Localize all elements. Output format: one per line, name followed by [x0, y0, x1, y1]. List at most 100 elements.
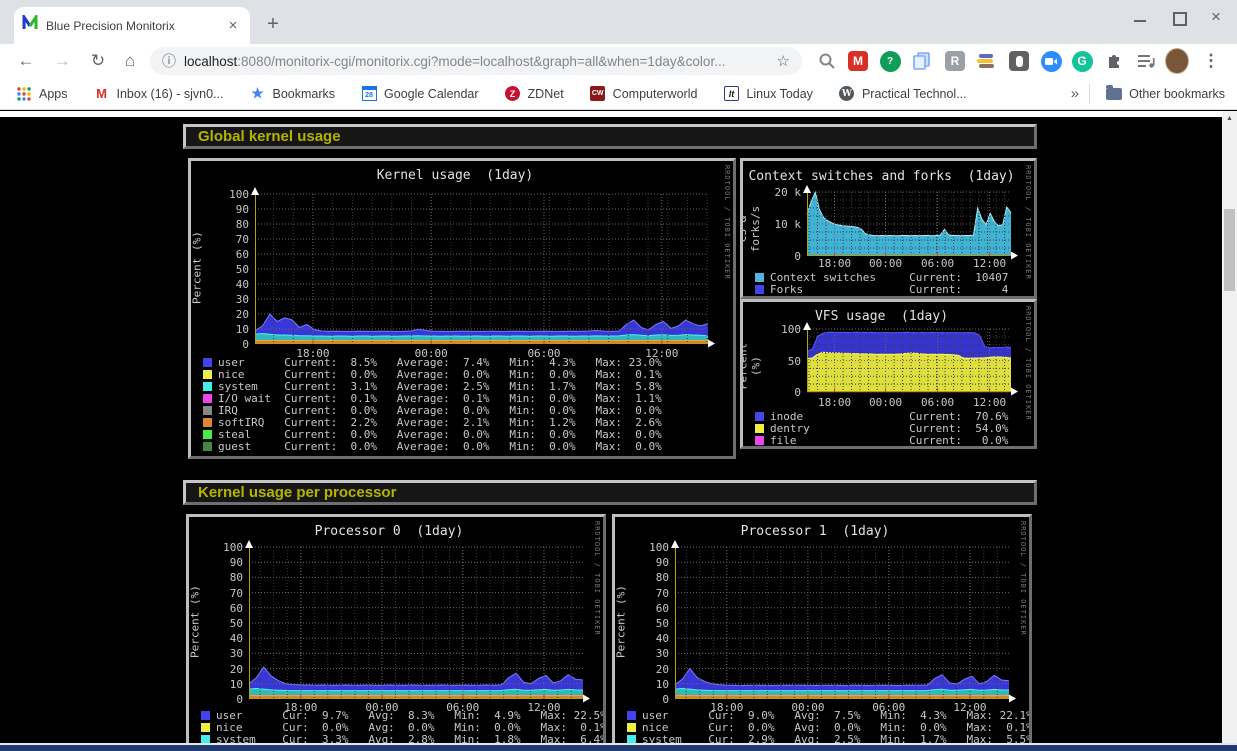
x-axis-tick: 18:00: [813, 257, 857, 270]
tab-close-icon[interactable]: ×: [224, 17, 242, 34]
books-extension-icon[interactable]: [974, 49, 998, 73]
bookmark-zdnet[interactable]: Z ZDNet: [499, 82, 570, 106]
scrollbar[interactable]: ▲: [1222, 111, 1237, 751]
y-axis-tick: 70: [189, 587, 243, 600]
avatar[interactable]: [1165, 49, 1189, 73]
y-axis-tick: 40: [615, 632, 669, 645]
graph-title: VFS usage (1day): [743, 309, 1020, 324]
bookmark-label: ZDNet: [528, 87, 564, 101]
forward-icon[interactable]: →: [48, 47, 76, 75]
bookmark-label: Linux Today: [746, 87, 813, 101]
home-icon[interactable]: ⌂: [116, 47, 144, 75]
bookmark-apps[interactable]: Apps: [10, 82, 74, 106]
y-axis-tick: 60: [191, 248, 249, 261]
browser-tab[interactable]: Blue Precision Monitorix ×: [14, 7, 250, 44]
y-axis-tick: 0: [743, 386, 801, 399]
y-axis-tick: 100: [191, 188, 249, 201]
processor-1-graph[interactable]: Processor 1 (1day)Percent (%)RRDTOOL / T…: [612, 514, 1032, 751]
bookmark-bookmarks[interactable]: ★ Bookmarks: [244, 82, 342, 106]
folder-icon: [1106, 86, 1122, 102]
graph-title: Processor 1 (1day): [615, 524, 1015, 539]
bookmark-label: Google Calendar: [384, 87, 479, 101]
close-window-icon[interactable]: ×: [1209, 10, 1223, 24]
gmail-icon: M: [94, 86, 110, 102]
graph-title: Processor 0 (1day): [189, 524, 589, 539]
legend-swatch: [201, 711, 210, 720]
vfs-usage-graph[interactable]: VFS usage (1day)Percent (%)RRDTOOL / TOB…: [740, 299, 1037, 449]
kernel-usage-graph[interactable]: Kernel usage (1day)Percent (%)RRDTOOL / …: [188, 158, 736, 459]
monitorix-page: Global kernel usage Kernel usage (1day)P…: [0, 111, 1237, 751]
url-path: :8080/monitorix-cgi/monitorix.cgi?mode=l…: [237, 54, 725, 69]
url-text[interactable]: localhost:8080/monitorix-cgi/monitorix.c…: [184, 54, 769, 69]
bookmark-label: Apps: [39, 87, 68, 101]
x-axis-tick: 00:00: [864, 396, 908, 409]
bookmark-computerworld[interactable]: CW Computerworld: [584, 82, 704, 106]
x-axis-tick: 12:00: [968, 257, 1012, 270]
scroll-up-icon[interactable]: ▲: [1222, 111, 1237, 126]
graph-title: Kernel usage (1day): [191, 168, 719, 183]
scrollbar-thumb[interactable]: [1224, 209, 1235, 291]
wordpress-icon: W: [839, 86, 855, 102]
site-info-icon[interactable]: ⓘ: [162, 51, 176, 71]
gmail-extension-icon[interactable]: M: [846, 49, 870, 73]
bookmark-google-calendar[interactable]: 28 Google Calendar: [355, 82, 485, 106]
bookmark-star-icon[interactable]: ☆: [777, 52, 790, 70]
url-bar[interactable]: ⓘ localhost:8080/monitorix-cgi/monitorix…: [150, 47, 802, 75]
extensions-puzzle-icon[interactable]: [1102, 49, 1126, 73]
back-icon[interactable]: ←: [12, 47, 40, 75]
legend-swatch: [203, 430, 212, 439]
reload-icon[interactable]: ↻: [84, 47, 112, 75]
graph-plot: [807, 192, 1011, 256]
y-axis-tick: 10: [615, 678, 669, 691]
other-bookmarks-button[interactable]: Other bookmarks: [1100, 82, 1231, 106]
tab-title: Blue Precision Monitorix: [46, 19, 224, 33]
bookmark-practical-technology[interactable]: W Practical Technol...: [833, 82, 973, 106]
playlist-extension-icon[interactable]: [1134, 49, 1158, 73]
new-tab-button[interactable]: +: [260, 12, 286, 38]
x-axis-tick: 12:00: [968, 396, 1012, 409]
bookmarks-overflow-icon[interactable]: »: [1071, 85, 1079, 102]
bookmark-label: Computerworld: [613, 87, 698, 101]
minimize-icon[interactable]: [1133, 10, 1147, 24]
legend-swatch: [755, 273, 764, 282]
bookmark-linux-today[interactable]: lt Linux Today: [717, 82, 819, 106]
y-axis-tick: 100: [189, 541, 243, 554]
search-extension-icon[interactable]: [815, 49, 839, 73]
menu-icon[interactable]: ⋮: [1199, 49, 1223, 73]
legend-swatch: [203, 382, 212, 391]
y-axis-tick: 30: [615, 647, 669, 660]
y-axis-tick: 70: [191, 233, 249, 246]
legend-swatch: [203, 442, 212, 451]
apps-grid-icon: [16, 86, 32, 102]
bookmark-label: Other bookmarks: [1129, 87, 1225, 101]
y-axis-tick: 20: [191, 308, 249, 321]
bookmark-label: Bookmarks: [273, 87, 336, 101]
graph-plot: [249, 547, 583, 699]
bookmark-inbox[interactable]: M Inbox (16) - sjvn0...: [88, 82, 230, 106]
grammarly-extension-icon[interactable]: G: [1070, 49, 1094, 73]
y-axis-tick: 80: [189, 571, 243, 584]
reader-extension-icon[interactable]: R: [943, 49, 967, 73]
section-title-kernel-usage-per-processor: Kernel usage per processor: [183, 480, 1037, 505]
y-axis-tick: 80: [191, 218, 249, 231]
y-axis-tick: 20: [615, 663, 669, 676]
zoom-extension-icon[interactable]: [1039, 49, 1063, 73]
maximize-icon[interactable]: [1171, 10, 1185, 24]
y-axis-tick: 10 k: [743, 218, 801, 231]
y-axis-tick: 10: [189, 678, 243, 691]
legend-text: file Current: 0.0%: [770, 434, 1008, 447]
y-axis-tick: 90: [189, 556, 243, 569]
star-icon: ★: [250, 86, 266, 102]
copy-pages-extension-icon[interactable]: [910, 49, 934, 73]
legend-swatch: [627, 711, 636, 720]
y-axis-tick: 20 k: [743, 186, 801, 199]
rrdtool-watermark: RRDTOOL / TOBI OETIKER: [1019, 521, 1027, 636]
processor-0-graph[interactable]: Processor 0 (1day)Percent (%)RRDTOOL / T…: [186, 514, 606, 751]
rrdtool-watermark: RRDTOOL / TOBI OETIKER: [1024, 165, 1032, 280]
lamp-extension-icon[interactable]: [1007, 49, 1031, 73]
legend-text: guest Current: 0.0% Average: 0.0% Min: 0…: [218, 440, 662, 453]
context-switches-graph[interactable]: Context switches and forks (1day)CS & fo…: [740, 158, 1037, 299]
google-voice-extension-icon[interactable]: ?: [878, 49, 902, 73]
legend-swatch: [201, 723, 210, 732]
browser-toolbar: ← → ↻ ⌂ ⓘ localhost:8080/monitorix-cgi/m…: [0, 44, 1237, 78]
